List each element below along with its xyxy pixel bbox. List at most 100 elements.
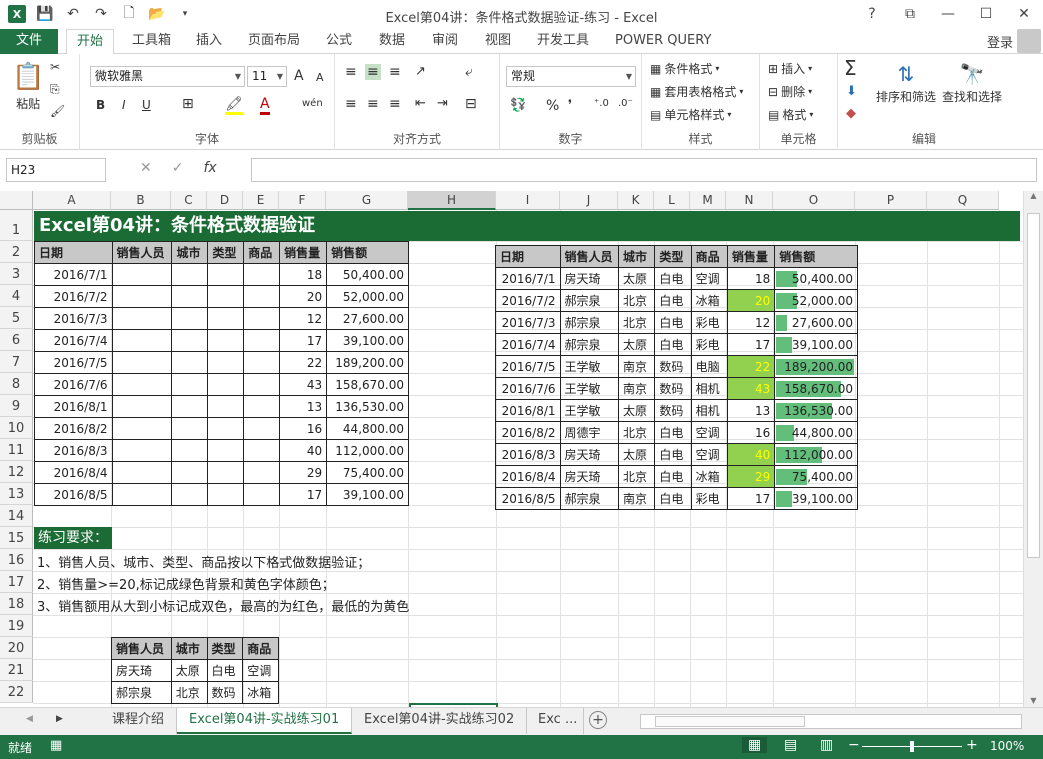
- cell[interactable]: 17: [279, 329, 328, 352]
- cell[interactable]: [171, 351, 209, 374]
- cell[interactable]: 40: [726, 443, 776, 466]
- cut-icon[interactable]: ✂: [50, 60, 60, 74]
- cell[interactable]: 电脑: [690, 355, 728, 378]
- cell[interactable]: 18: [279, 263, 328, 286]
- cell[interactable]: [171, 329, 209, 352]
- cell[interactable]: 房天琦: [559, 267, 620, 290]
- column-header[interactable]: A: [33, 191, 111, 210]
- cell[interactable]: 52,000.00: [326, 285, 409, 308]
- sheet-tab-practice-01[interactable]: Excel第04讲-实战练习01: [177, 708, 353, 734]
- cell[interactable]: 43: [726, 377, 776, 400]
- cell[interactable]: 冰箱: [690, 465, 728, 488]
- fill-color-icon[interactable]: 🖍: [225, 96, 243, 115]
- cell[interactable]: 类型: [207, 241, 245, 264]
- cell[interactable]: 136,530.00: [326, 395, 409, 418]
- cell[interactable]: 太原: [618, 443, 656, 466]
- cell[interactable]: 类型: [654, 245, 692, 268]
- cell[interactable]: [111, 373, 173, 396]
- scroll-up-icon[interactable]: ▲: [1024, 191, 1043, 200]
- insert-cells-button[interactable]: ⊞ 插入 ▾: [768, 60, 812, 77]
- decrease-decimal-icon[interactable]: .0⁻: [618, 98, 633, 109]
- fill-icon[interactable]: ⬇: [846, 84, 857, 99]
- cell[interactable]: 北京: [170, 681, 208, 704]
- select-all-corner[interactable]: [0, 191, 33, 210]
- merge-center-icon[interactable]: ⊟: [465, 96, 477, 112]
- column-header[interactable]: N: [726, 191, 773, 210]
- cell[interactable]: [243, 285, 281, 308]
- cell[interactable]: 郝宗泉: [111, 681, 172, 704]
- row-header[interactable]: 17: [0, 571, 33, 593]
- row-header[interactable]: 8: [0, 373, 33, 395]
- cell[interactable]: 空调: [242, 659, 279, 682]
- row-header[interactable]: 12: [0, 461, 33, 483]
- tab-toolbox[interactable]: 工具箱: [130, 29, 173, 54]
- cell[interactable]: 112,000.00: [326, 439, 409, 462]
- cell[interactable]: [171, 285, 209, 308]
- cell[interactable]: 白电: [654, 289, 692, 312]
- column-header[interactable]: K: [618, 191, 654, 210]
- cell[interactable]: 2016/8/3: [34, 439, 113, 462]
- row-header[interactable]: 1: [0, 210, 33, 241]
- cell[interactable]: [111, 417, 173, 440]
- cell[interactable]: [243, 395, 281, 418]
- cell[interactable]: 2016/7/1: [34, 263, 113, 286]
- cell[interactable]: [243, 461, 281, 484]
- cell[interactable]: [171, 373, 209, 396]
- cell[interactable]: 2016/7/5: [495, 355, 561, 378]
- cell[interactable]: 日期: [34, 241, 113, 264]
- cell[interactable]: 13: [726, 399, 776, 422]
- scroll-down-icon[interactable]: ▼: [1024, 696, 1043, 705]
- font-color-button[interactable]: A: [260, 96, 270, 115]
- cell[interactable]: 189,200.00: [326, 351, 409, 374]
- tab-data[interactable]: 数据: [377, 29, 407, 54]
- cell[interactable]: [111, 395, 173, 418]
- cell[interactable]: 郝宗泉: [559, 487, 620, 510]
- font-name-select[interactable]: 微软雅黑 ▼: [90, 66, 245, 87]
- paste-button[interactable]: 📋 粘贴: [12, 62, 44, 112]
- cell[interactable]: 2016/8/2: [495, 421, 561, 444]
- cell[interactable]: 郝宗泉: [559, 333, 620, 356]
- cell[interactable]: 43: [279, 373, 328, 396]
- cell[interactable]: 冰箱: [690, 289, 728, 312]
- vertical-scrollbar[interactable]: ▲ ▼: [1023, 191, 1043, 707]
- underline-button[interactable]: U: [142, 98, 151, 112]
- orientation-icon[interactable]: ↗: [415, 64, 426, 79]
- row-header[interactable]: 10: [0, 417, 33, 439]
- row-header[interactable]: 7: [0, 351, 33, 373]
- cell[interactable]: 南京: [618, 355, 656, 378]
- formula-input[interactable]: [251, 158, 1037, 182]
- cell[interactable]: 44,800.00: [774, 421, 858, 444]
- page-layout-view-icon[interactable]: ▤: [784, 737, 797, 753]
- normal-view-icon[interactable]: ▦: [742, 737, 768, 753]
- cell[interactable]: [243, 483, 281, 506]
- phonetic-button[interactable]: wén: [302, 98, 323, 109]
- cell[interactable]: 南京: [618, 487, 656, 510]
- cell[interactable]: [171, 263, 209, 286]
- column-header[interactable]: Q: [927, 191, 999, 210]
- cell[interactable]: 29: [726, 465, 776, 488]
- autosum-button[interactable]: Σ: [844, 56, 857, 80]
- cell[interactable]: 白电: [654, 465, 692, 488]
- cell[interactable]: 房天琦: [559, 465, 620, 488]
- help-icon[interactable]: ?: [861, 4, 883, 24]
- wrap-text-icon[interactable]: ⤶: [465, 64, 473, 80]
- align-left-icon[interactable]: ≡: [345, 96, 357, 112]
- cell[interactable]: 2016/7/6: [495, 377, 561, 400]
- cell[interactable]: 王学敏: [559, 377, 620, 400]
- cell[interactable]: [111, 263, 173, 286]
- cell[interactable]: 城市: [170, 637, 208, 660]
- cell[interactable]: 王学敏: [559, 399, 620, 422]
- cell[interactable]: 王学敏: [559, 355, 620, 378]
- cell[interactable]: [207, 395, 245, 418]
- cell[interactable]: 39,100.00: [774, 487, 858, 510]
- copy-icon[interactable]: ⎘: [50, 82, 60, 97]
- cell[interactable]: [207, 439, 245, 462]
- tab-file[interactable]: 文件: [0, 29, 58, 54]
- cell[interactable]: [111, 351, 173, 374]
- cell[interactable]: 空调: [690, 267, 728, 290]
- cell[interactable]: 2016/7/1: [495, 267, 561, 290]
- column-header[interactable]: B: [111, 191, 171, 210]
- sheet-tab-more[interactable]: Exc ...: [526, 708, 585, 734]
- cell[interactable]: 2016/8/2: [34, 417, 113, 440]
- cell[interactable]: 12: [726, 311, 776, 334]
